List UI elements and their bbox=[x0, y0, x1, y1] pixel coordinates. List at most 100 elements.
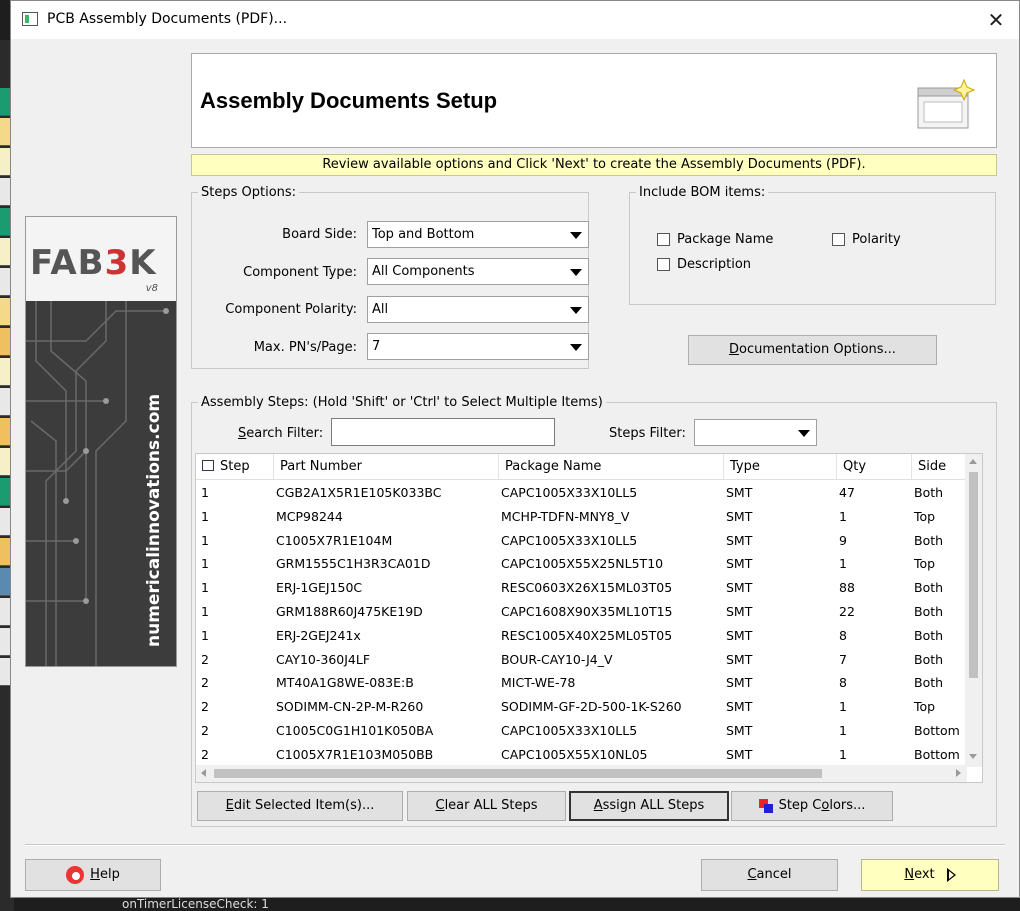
cell-part-number: SODIMM-CN-2P-M-R260 bbox=[276, 699, 424, 715]
cell-type: SMT bbox=[726, 532, 753, 548]
table-row[interactable]: 2 SODIMM-CN-2P-M-R260 SODIMM-GF-2D-500-1K-… bbox=[196, 695, 972, 719]
table-row[interactable]: 2 MT40A1G8WE-083E:B MICT-WE-78 SMT 8 Both bbox=[196, 671, 972, 695]
table-header: Step Part Number Package Name Type Qty S… bbox=[196, 454, 972, 480]
cell-part-number: CGB2A1X5R1E105K033BC bbox=[276, 485, 442, 500]
cell-qty: 8 bbox=[839, 675, 847, 691]
cell-side: Both bbox=[914, 580, 944, 596]
title-bar: PCB Assembly Documents (PDF)... ✕ bbox=[11, 1, 1019, 39]
table-row[interactable]: 1 MCP98244 MCHP-TDFN-MNY8_V SMT 1 Top bbox=[196, 505, 972, 529]
cell-type: SMT bbox=[726, 556, 753, 572]
component-polarity-select[interactable]: All bbox=[367, 296, 589, 323]
column-header-qty[interactable]: Qty bbox=[837, 454, 912, 480]
close-icon: ✕ bbox=[987, 8, 1005, 32]
column-header-type[interactable]: Type bbox=[724, 454, 837, 480]
table-row[interactable]: 1 ERJ-2GEJ241x RESC1005X40X25ML05T05 SMT 8 Bo… bbox=[196, 624, 972, 648]
cell-side: Bottom bbox=[914, 722, 960, 738]
table-row[interactable]: 1 ERJ-1GEJ150C RESC0603X26X15ML03T05 SMT 88 B… bbox=[196, 576, 972, 600]
cell-qty: 8 bbox=[839, 627, 847, 643]
board-side-label: Board Side: bbox=[282, 227, 357, 242]
app-icon bbox=[22, 12, 38, 26]
table-row[interactable]: 1 CGB2A1X5R1E105K033BC CAPC1005X33X10LL5 SM… bbox=[196, 481, 972, 505]
search-filter-input[interactable] bbox=[331, 418, 555, 446]
cell-package-name: CAPC1005X55X25NL5T10 bbox=[501, 556, 664, 572]
cell-step: 1 bbox=[201, 532, 209, 548]
vertical-scroll-thumb[interactable] bbox=[969, 472, 978, 678]
cell-part-number: GRM188R60J475KE19D bbox=[276, 603, 423, 619]
chevron-down-icon bbox=[798, 430, 810, 437]
package-name-label: Package Name bbox=[677, 232, 774, 247]
table-body: 1 CGB2A1X5R1E105K033BC CAPC1005X33X10LL5 SM… bbox=[196, 481, 972, 767]
cell-qty: 1 bbox=[839, 722, 847, 738]
cancel-button[interactable]: Cancel bbox=[701, 859, 838, 891]
table-row[interactable]: 1 C1005X7R1E104M CAPC1005X33X10LL5 SMT 9 Both bbox=[196, 529, 972, 553]
next-button[interactable]: Next bbox=[861, 859, 999, 891]
clear-all-steps-button[interactable]: Clear ALL Steps bbox=[407, 791, 566, 821]
search-filter-label: Search Filter: bbox=[238, 426, 324, 441]
column-header-part-number[interactable]: Part Number bbox=[274, 454, 499, 480]
cell-package-name: CAPC1608X90X35ML10T15 bbox=[501, 603, 673, 619]
cell-qty: 1 bbox=[839, 746, 847, 762]
cell-part-number: MCP98244 bbox=[276, 508, 343, 524]
max-pn-label: Max. PN's/Page: bbox=[253, 340, 357, 355]
page-title: Assembly Documents Setup bbox=[200, 88, 498, 113]
steps-options-legend: Steps Options: bbox=[201, 185, 297, 200]
cell-type: SMT bbox=[726, 746, 753, 762]
cell-part-number: ERJ-1GEJ150C bbox=[276, 580, 363, 596]
horizontal-scroll-thumb[interactable] bbox=[214, 769, 822, 778]
table-row[interactable]: 2 CAY10-360J4LF BOUR-CAY10-J4_V SMT 7 Both bbox=[196, 648, 972, 672]
cell-side: Top bbox=[914, 556, 936, 572]
cell-side: Both bbox=[914, 532, 944, 548]
cell-part-number: C1005X7R1E104M bbox=[276, 532, 393, 548]
steps-filter-label: Steps Filter: bbox=[609, 426, 686, 441]
steps-filter-select[interactable] bbox=[694, 419, 817, 446]
horizontal-scrollbar[interactable] bbox=[196, 765, 967, 782]
cell-side: Both bbox=[914, 675, 944, 691]
package-name-checkbox[interactable] bbox=[657, 233, 670, 246]
column-header-side[interactable]: Side bbox=[912, 454, 972, 480]
cell-part-number: CAY10-360J4LF bbox=[276, 651, 371, 667]
column-header-step[interactable]: Step bbox=[196, 454, 274, 480]
cell-step: 2 bbox=[201, 746, 209, 762]
color-squares-icon bbox=[758, 798, 773, 813]
chevron-down-icon bbox=[570, 232, 582, 239]
table-row[interactable]: 2 C1005C0G1H101K050BA CAPC1005X33X10LL5 SMT… bbox=[196, 719, 972, 743]
board-side-value: Top and Bottom bbox=[372, 227, 475, 242]
cell-package-name: RESC0603X26X15ML03T05 bbox=[501, 580, 673, 596]
info-banner: Review available options and Click 'Next… bbox=[191, 154, 997, 176]
edit-selected-button[interactable]: Edit Selected Item(s)... bbox=[197, 791, 403, 821]
brand-website: numericalinnovations.com bbox=[144, 393, 164, 647]
polarity-checkbox[interactable] bbox=[832, 233, 845, 246]
cell-step: 2 bbox=[201, 675, 209, 691]
wizard-header: Assembly Documents Setup bbox=[191, 53, 997, 148]
board-side-select[interactable]: Top and Bottom bbox=[367, 221, 589, 248]
description-checkbox[interactable] bbox=[657, 258, 670, 271]
step-colors-button[interactable]: Step Colors... bbox=[731, 791, 893, 821]
cell-step: 1 bbox=[201, 508, 209, 524]
vertical-scrollbar[interactable] bbox=[965, 454, 982, 767]
documentation-options-button[interactable]: Documentation Options... bbox=[688, 335, 937, 365]
brand-version: v8 bbox=[145, 283, 158, 294]
max-pn-select[interactable]: 7 bbox=[367, 333, 589, 360]
table-row[interactable]: 1 GRM188R60J475KE19D CAPC1608X90X35ML10T15… bbox=[196, 600, 972, 624]
cell-package-name: CAPC1005X33X10LL5 bbox=[501, 485, 638, 500]
close-button[interactable]: ✕ bbox=[973, 1, 1019, 39]
divider bbox=[25, 844, 1005, 846]
assembly-steps-table: Step Part Number Package Name Type Qty S… bbox=[195, 453, 983, 783]
cell-step: 2 bbox=[201, 699, 209, 715]
table-row[interactable]: 1 GRM1555C1H3R3CA01D CAPC1005X55X25NL5T10 S… bbox=[196, 552, 972, 576]
chevron-down-icon bbox=[570, 344, 582, 351]
help-button[interactable]: Help bbox=[25, 859, 161, 891]
cell-side: Both bbox=[914, 603, 944, 619]
cell-step: 1 bbox=[201, 485, 209, 500]
cell-step: 2 bbox=[201, 722, 209, 738]
cell-package-name: MICT-WE-78 bbox=[501, 675, 576, 691]
assign-all-steps-button[interactable]: Assign ALL Steps bbox=[569, 791, 729, 821]
cell-qty: 22 bbox=[839, 603, 855, 619]
chevron-down-icon bbox=[570, 269, 582, 276]
cell-step: 1 bbox=[201, 580, 209, 596]
column-header-package-name[interactable]: Package Name bbox=[499, 454, 724, 480]
polarity-label: Polarity bbox=[852, 232, 901, 247]
table-row[interactable]: 2 C1005X7R1E103M050BB CAPC1005X55X10NL05 SM… bbox=[196, 743, 972, 767]
component-type-select[interactable]: All Components bbox=[367, 258, 589, 285]
cell-step: 1 bbox=[201, 627, 209, 643]
